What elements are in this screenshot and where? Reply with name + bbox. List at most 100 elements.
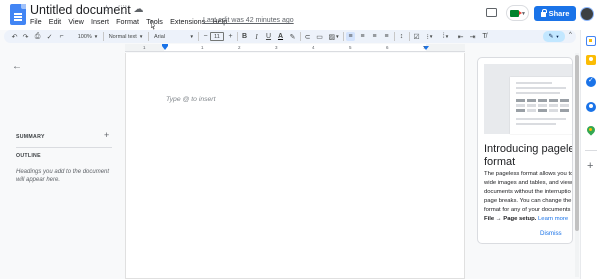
keep-icon[interactable] (586, 55, 596, 65)
checklist-icon[interactable]: ☑ (412, 32, 421, 41)
tasks-icon[interactable] (586, 76, 596, 87)
chevron-down-icon: ▼ (521, 11, 526, 17)
title-bar: Untitled document ☆ ⬚ ☁ File Edit View I… (0, 0, 600, 30)
contacts-icon[interactable] (586, 102, 596, 112)
toolbar-divider (394, 32, 395, 41)
summary-label: SUMMARY (16, 134, 45, 140)
menu-file[interactable]: File (30, 17, 42, 26)
toolbar-divider (237, 32, 238, 41)
scrollbar-thumb[interactable] (575, 55, 579, 231)
promo-body-line: The pageless format allows you to (484, 171, 573, 177)
increase-font-size-button[interactable]: + (226, 32, 235, 41)
promo-body-line: wide images and tables, and view (484, 180, 573, 187)
chevron-down-icon: ▼ (138, 34, 144, 39)
star-icon[interactable]: ☆ (101, 4, 112, 15)
promo-title-line: Introducing pageless (484, 143, 572, 155)
print-icon[interactable]: ⎙ (33, 32, 42, 41)
text-color-button[interactable]: A (276, 32, 285, 41)
docs-logo-icon[interactable] (10, 4, 26, 25)
move-folder-icon[interactable]: ⬚ (117, 4, 128, 15)
page-setup-path: File → Page setup. (484, 216, 537, 223)
comment-add-icon[interactable]: ▭ (315, 32, 324, 41)
ruler-number: 7 (423, 45, 426, 50)
document-outline-panel: ← SUMMARY + OUTLINE Headings you add to … (0, 53, 121, 279)
promo-body-line: page breaks. You can change the (484, 198, 572, 205)
style-select[interactable]: Normal text ▼ (106, 32, 146, 41)
zoom-value: 100% (77, 33, 92, 40)
clear-formatting-icon[interactable]: T̸ (480, 32, 489, 41)
promo-body: The pageless format allows you to wide i… (484, 170, 573, 225)
menu-view[interactable]: View (68, 17, 83, 26)
cloud-saved-icon[interactable]: ☁ (133, 4, 144, 15)
decrease-font-size-button[interactable]: − (201, 32, 210, 41)
spellcheck-icon[interactable]: ✓ (45, 32, 54, 41)
undo-icon[interactable]: ↶ (10, 32, 19, 41)
decrease-indent-icon[interactable]: ⇤ (456, 32, 465, 41)
chevron-down-icon: ▼ (335, 34, 340, 39)
toolbar-divider (198, 32, 199, 41)
account-avatar[interactable] (580, 7, 594, 21)
share-button[interactable]: Share (534, 6, 576, 21)
side-panel-divider (585, 150, 597, 151)
toolbar-divider (343, 32, 344, 41)
menu-format[interactable]: Format (116, 17, 139, 26)
align-right-icon[interactable]: ≡ (370, 32, 379, 41)
toolbar: ↶ ↷ ⎙ ✓ ⌐ 100% ▼ Normal text ▼ Arial ▼ − 11… (4, 30, 576, 43)
increase-indent-icon[interactable]: ⇥ (468, 32, 477, 41)
bold-button[interactable]: B (240, 32, 249, 41)
align-center-icon[interactable]: ≡ (358, 32, 367, 41)
side-panel: + (580, 30, 600, 279)
align-left-icon[interactable]: ≡ (346, 32, 355, 41)
left-indent-marker[interactable] (162, 46, 168, 50)
pencil-icon: ✎ (548, 34, 554, 40)
last-edit-link[interactable]: Last edit was 42 minutes ago (203, 17, 294, 24)
add-summary-plus-icon[interactable]: + (104, 130, 109, 140)
toolbar-divider (300, 32, 301, 41)
ruler-number: 3 (275, 45, 278, 50)
promo-body-line: documents without the interruptio (484, 189, 571, 196)
dismiss-button[interactable]: Dismiss (540, 230, 562, 237)
toolbar-divider (409, 32, 410, 41)
meet-camera-icon (510, 10, 522, 17)
ruler-number: 5 (349, 45, 352, 50)
outline-divider (16, 147, 112, 148)
bulleted-list-icon[interactable]: ⁝ ▼ (424, 32, 436, 41)
chevron-down-icon: ▼ (428, 34, 434, 39)
mouse-cursor-icon (151, 20, 155, 30)
chevron-down-icon: ▼ (189, 34, 194, 39)
get-addons-plus-icon[interactable]: + (587, 161, 593, 172)
chevron-down-icon: ▼ (555, 34, 560, 39)
numbered-list-icon[interactable]: ⁞ ▼ (440, 32, 452, 41)
italic-button[interactable]: I (252, 32, 261, 41)
share-label: Share (548, 9, 570, 18)
ruler-number: 2 (238, 45, 241, 50)
link-icon[interactable]: ⊂ (303, 32, 312, 41)
highlight-color-icon[interactable]: ✎ (288, 32, 297, 41)
underline-button[interactable]: U (264, 32, 273, 41)
maps-icon[interactable] (586, 126, 596, 136)
chevron-down-icon: ▼ (444, 34, 450, 39)
image-insert-icon[interactable]: ▨ ▼ (327, 32, 341, 41)
align-justify-icon[interactable]: ≡ (382, 32, 391, 41)
menu-extensions[interactable]: Extensions (170, 17, 205, 26)
line-spacing-icon[interactable]: ↕ (397, 32, 406, 41)
meet-button[interactable]: ▼ (506, 5, 529, 21)
hide-menus-chevron-up-icon[interactable]: ^ (569, 32, 572, 38)
menu-edit[interactable]: Edit (49, 17, 61, 26)
horizontal-ruler[interactable]: 1 1 2 3 4 5 6 7 (125, 44, 465, 52)
font-size-input[interactable]: 11 (210, 32, 224, 41)
font-select[interactable]: Arial ▼ (152, 32, 196, 41)
arrow-left-icon[interactable]: ← (12, 61, 22, 72)
learn-more-link[interactable]: Learn more (538, 216, 568, 222)
calendar-icon[interactable] (586, 36, 596, 46)
ruler-number: 6 (386, 45, 389, 50)
page-insert-hint: Type @ to insert (166, 96, 216, 103)
menu-insert[interactable]: Insert (91, 17, 109, 26)
comment-history-icon[interactable] (486, 8, 497, 17)
editing-mode-button[interactable]: ✎ ▼ (543, 31, 565, 42)
promo-title-line: format (484, 156, 516, 168)
paint-format-icon[interactable]: ⌐ (57, 32, 66, 41)
document-page[interactable]: Type @ to insert (125, 53, 465, 279)
redo-icon[interactable]: ↷ (21, 32, 30, 41)
zoom-select[interactable]: 100% ▼ (74, 32, 102, 41)
